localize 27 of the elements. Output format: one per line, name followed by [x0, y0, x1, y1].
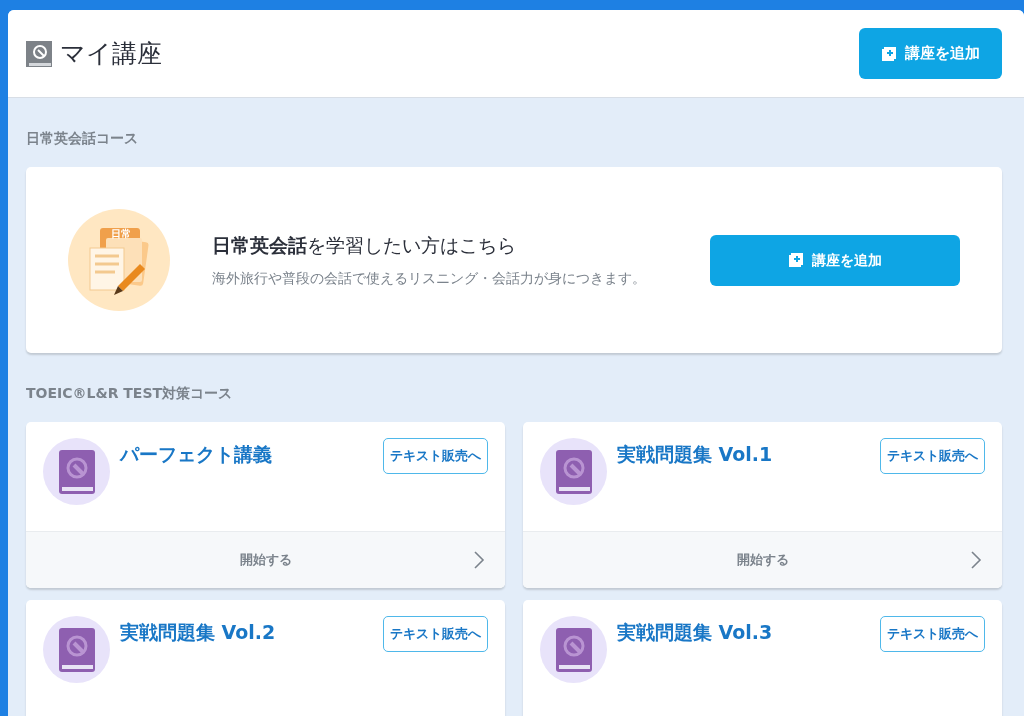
book-icon [57, 626, 96, 673]
add-book-icon [788, 252, 804, 268]
text-shop-button[interactable]: テキスト販売へ [383, 616, 488, 652]
add-book-icon [881, 45, 897, 62]
section-title: TOEIC®L&R TEST対策コース [25, 384, 234, 403]
course-title: パーフェクト講義 [120, 442, 273, 467]
chevron-right-icon [473, 550, 485, 570]
illustration-drawing: 日常 [68, 209, 170, 311]
text-shop-button[interactable]: テキスト販売へ [880, 438, 985, 474]
text-shop-button[interactable]: テキスト販売へ [880, 616, 985, 652]
course-title: 実戦問題集 Vol.3 [617, 620, 774, 645]
start-button[interactable]: 開始する [26, 531, 505, 588]
course-title: 実戦問題集 Vol.2 [120, 620, 277, 645]
text-shop-button[interactable]: テキスト販売へ [383, 438, 488, 474]
page-title: マイ講座 [60, 37, 162, 70]
book-icon [554, 448, 593, 495]
add-course-button[interactable]: 講座を追加 [859, 28, 1002, 79]
book-icon [26, 40, 52, 67]
start-button[interactable]: 開始する [523, 531, 1002, 588]
promo-description: 海外旅行や普段の会話で使えるリスニング・会話力が身につきます。 [212, 269, 647, 289]
book-icon [57, 448, 96, 495]
chevron-right-icon [970, 550, 982, 570]
section-title: 日常英会話コース [25, 129, 139, 148]
promo-headline: 日常英会話を学習したい方はこちら [212, 232, 517, 258]
course-title: 実戦問題集 Vol.1 [617, 442, 774, 467]
book-icon [554, 626, 593, 673]
add-course-button[interactable]: 講座を追加 [710, 234, 960, 286]
